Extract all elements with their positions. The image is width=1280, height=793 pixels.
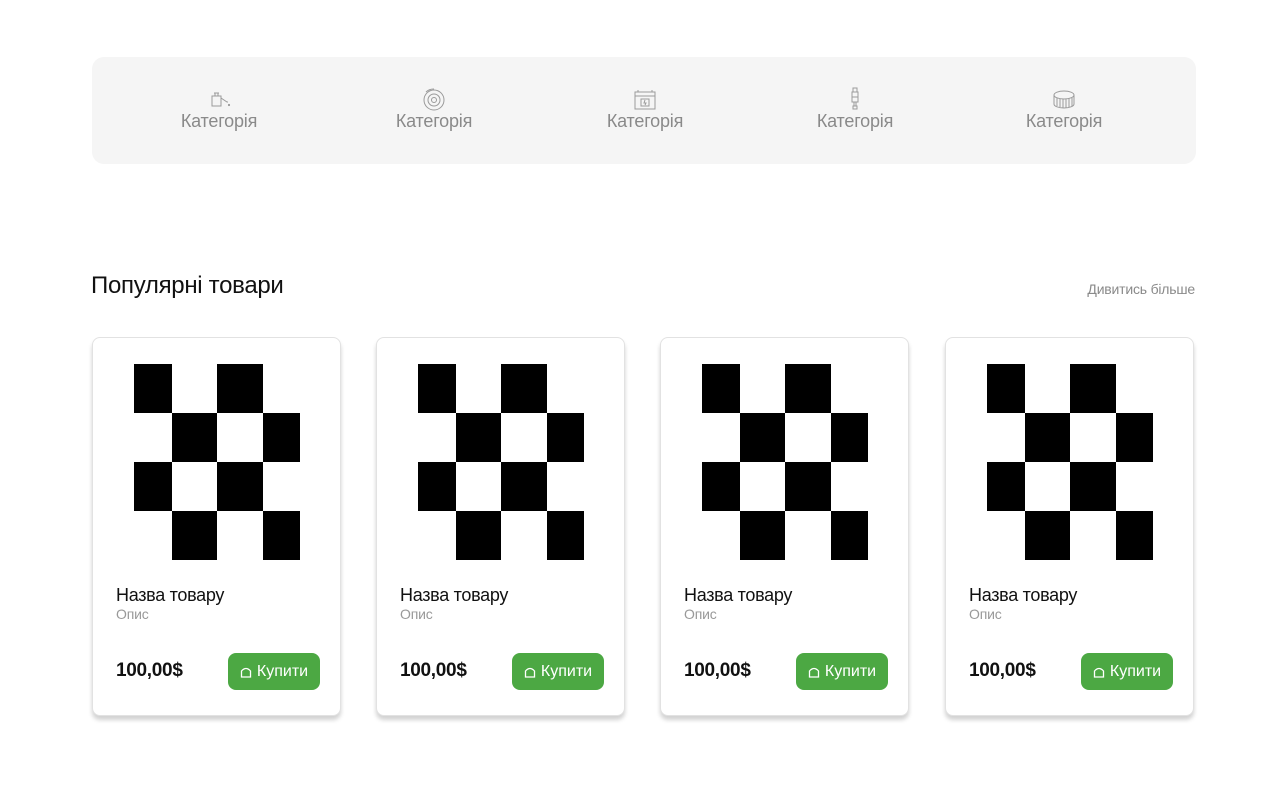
product-price: 100,00$ [969,660,1036,681]
product-price: 100,00$ [400,660,467,681]
category-label: Категорія [180,111,258,131]
buy-button-label: Купити [540,662,593,680]
shopping-bag-icon [524,667,536,678]
brake-disc-icon [423,88,445,111]
buy-button[interactable]: Купити [512,653,604,690]
shopping-bag-icon [240,667,252,678]
product-description: Опис [400,606,433,622]
buy-button[interactable]: Купити [1081,653,1173,690]
category-item-3[interactable]: Категорія [580,87,710,137]
product-image-placeholder [134,364,300,560]
oil-can-icon [211,92,231,107]
product-image-placeholder [987,364,1153,560]
buy-button-label: Купити [824,662,877,680]
category-label: Категорія [395,111,473,131]
product-name: Назва товару [116,585,225,605]
product-description: Опис [969,606,1002,622]
category-label: Категорія [1025,111,1103,131]
product-price: 100,00$ [684,660,751,681]
spark-plug-icon [851,87,859,110]
product-price: 100,00$ [116,660,183,681]
product-name: Назва товару [684,585,793,605]
section-title: Популярні товари [91,272,284,299]
buy-button[interactable]: Купити [228,653,320,690]
shopping-bag-icon [1093,667,1105,678]
categories-bar: Категорія Категорія Категорія Категорія … [92,57,1196,164]
product-image-placeholder [702,364,868,560]
battery-icon [634,90,656,110]
category-label: Категорія [816,111,894,131]
product-name: Назва товару [400,585,509,605]
product-card[interactable]: Назва товару Опис 100,00$ Купити [376,337,625,716]
shopping-bag-icon [808,667,820,678]
buy-button[interactable]: Купити [796,653,888,690]
product-card[interactable]: Назва товару Опис 100,00$ Купити [660,337,909,716]
product-description: Опис [684,606,717,622]
category-item-2[interactable]: Категорія [369,87,499,137]
product-image-placeholder [418,364,584,560]
product-description: Опис [116,606,149,622]
air-filter-icon [1053,90,1075,109]
product-card[interactable]: Назва товару Опис 100,00$ Купити [945,337,1194,716]
buy-button-label: Купити [256,662,309,680]
buy-button-label: Купити [1109,662,1162,680]
see-more-link[interactable]: Дивитись більше [1087,281,1195,297]
product-name: Назва товару [969,585,1078,605]
category-item-1[interactable]: Категорія [154,87,284,137]
category-item-5[interactable]: Категорія [999,87,1129,137]
category-item-4[interactable]: Категорія [790,87,920,137]
category-label: Категорія [606,111,684,131]
product-card[interactable]: Назва товару Опис 100,00$ Купити [92,337,341,716]
